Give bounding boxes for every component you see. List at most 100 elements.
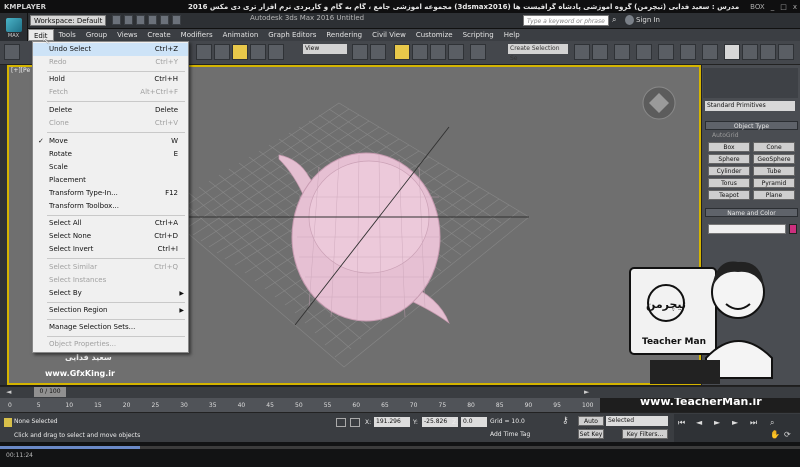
edit-named-selection-icon[interactable] [470, 44, 486, 60]
time-prev-arrow-icon[interactable]: ◄ [6, 388, 11, 396]
menu-graph-editors[interactable]: Graph Editors [263, 29, 321, 41]
binoculars-icon[interactable]: ⌕ [612, 15, 622, 25]
menu-modifiers[interactable]: Modifiers [176, 29, 218, 41]
menu-fetch[interactable]: Fetch Alt+Ctrl+F [33, 86, 188, 99]
menu-select-invert[interactable]: Select Invert Ctrl+I [33, 243, 188, 256]
menu-transform-type-in[interactable]: Transform Type-In... F12 [33, 187, 188, 200]
menu-civil-view[interactable]: Civil View [367, 29, 411, 41]
redo-icon[interactable] [160, 15, 169, 25]
mirror-icon[interactable] [574, 44, 590, 60]
go-end-icon[interactable]: ⏭ [750, 418, 757, 428]
hierarchy-tab-icon[interactable] [760, 44, 776, 60]
track-bar[interactable]: 0 5 10 15 20 25 30 35 40 45 50 55 60 65 70 75 80 85 90 95 10… [0, 398, 600, 412]
tube-button[interactable]: Tube [753, 166, 795, 176]
player-close-button[interactable]: x [790, 3, 800, 11]
player-box-button[interactable]: BOX [747, 3, 768, 11]
create-tab-icon[interactable] [724, 44, 740, 60]
reference-coordinate-dropdown[interactable]: View [303, 44, 347, 54]
plane-button[interactable]: Plane [753, 190, 795, 200]
next-frame-icon[interactable]: ► [732, 418, 738, 427]
teapot-button[interactable]: Teapot [708, 190, 750, 200]
autogrid-checkbox[interactable]: AutoGrid [712, 132, 739, 139]
geosphere-button[interactable]: GeoSphere [753, 154, 795, 164]
time-slider[interactable] [0, 386, 800, 398]
workspace-dropdown[interactable]: Workspace: Default [30, 15, 106, 26]
menu-manage-selection-sets[interactable]: Manage Selection Sets... [33, 321, 188, 334]
move-icon[interactable] [232, 44, 248, 60]
menu-animation[interactable]: Animation [218, 29, 264, 41]
menu-select-by[interactable]: Select By ▶ [33, 287, 188, 300]
prev-frame-icon[interactable]: ◄ [696, 418, 702, 427]
motion-tab-icon[interactable] [778, 44, 794, 60]
set-key-button[interactable]: Set Key [578, 429, 604, 439]
percent-snap-icon[interactable] [430, 44, 446, 60]
spinner-snap-icon[interactable] [448, 44, 464, 60]
maxscript-listener-icon[interactable] [4, 418, 12, 427]
orbit-icon[interactable]: ⟳ [784, 430, 791, 439]
cone-button[interactable]: Cone [753, 142, 795, 152]
app-menu-button[interactable]: MAX [0, 13, 28, 43]
new-file-icon[interactable] [112, 15, 121, 25]
menu-clone[interactable]: Clone Ctrl+V [33, 117, 188, 130]
angle-snap-icon[interactable] [412, 44, 428, 60]
menu-select-instances[interactable]: Select Instances [33, 274, 188, 287]
time-slider-thumb[interactable]: 0 / 100 [34, 387, 66, 397]
render-icon[interactable] [702, 44, 718, 60]
menu-tools[interactable]: Tools [54, 29, 81, 41]
menu-object-properties[interactable]: Object Properties... [33, 338, 188, 351]
go-start-icon[interactable]: ⏮ [678, 418, 685, 428]
name-color-rollout[interactable]: Name and Color [705, 208, 798, 217]
viewport-label[interactable]: [+][Pe [11, 67, 30, 74]
menu-hold[interactable]: Hold Ctrl+H [33, 73, 188, 86]
cylinder-button[interactable]: Cylinder [708, 166, 750, 176]
undo-icon[interactable] [148, 15, 157, 25]
undo-toolbar-icon[interactable] [4, 44, 20, 60]
menu-rotate[interactable]: Rotate E [33, 148, 188, 161]
menu-move[interactable]: ✓ Move W [33, 135, 188, 148]
project-folder-icon[interactable] [172, 15, 181, 25]
menu-scale[interactable]: Scale [33, 161, 188, 174]
object-color-swatch[interactable] [789, 224, 797, 234]
layer-manager-icon[interactable] [614, 44, 630, 60]
select-manipulate-icon[interactable] [370, 44, 386, 60]
menu-group[interactable]: Group [81, 29, 112, 41]
menu-select-all[interactable]: Select All Ctrl+A [33, 217, 188, 230]
scale-icon[interactable] [268, 44, 284, 60]
menu-rendering[interactable]: Rendering [321, 29, 367, 41]
absolute-mode-icon[interactable] [350, 418, 360, 427]
menu-select-similar[interactable]: Select Similar Ctrl+Q [33, 261, 188, 274]
pan-icon[interactable]: ✋ [770, 430, 780, 439]
save-file-icon[interactable] [136, 15, 145, 25]
auto-key-button[interactable]: Auto Key [578, 416, 604, 435]
align-icon[interactable] [592, 44, 608, 60]
x-coord-field[interactable]: 191.296 [374, 417, 410, 427]
menu-selection-region[interactable]: Selection Region ▶ [33, 304, 188, 317]
menu-help[interactable]: Help [499, 29, 525, 41]
render-frame-icon[interactable] [680, 44, 696, 60]
sign-in-link[interactable]: Sign In [636, 16, 660, 24]
selection-set-dropdown[interactable]: Create Selection Se [508, 44, 568, 62]
render-setup-icon[interactable] [658, 44, 674, 60]
snap-toggle-icon[interactable] [394, 44, 410, 60]
menu-redo[interactable]: Redo Ctrl+Y [33, 56, 188, 69]
menu-views[interactable]: Views [112, 29, 142, 41]
zoom-icon[interactable]: ⌕ [770, 418, 774, 428]
menu-delete[interactable]: Delete Delete [33, 104, 188, 117]
lock-selection-icon[interactable] [336, 418, 346, 427]
pivot-center-icon[interactable] [352, 44, 368, 60]
add-time-tag-button[interactable]: Add Time Tag [490, 431, 530, 438]
player-maximize-button[interactable]: □ [777, 3, 790, 11]
open-file-icon[interactable] [124, 15, 133, 25]
play-icon[interactable]: ► [714, 418, 720, 427]
menu-placement[interactable]: Placement [33, 174, 188, 187]
object-name-input[interactable] [708, 224, 786, 234]
select-object-icon[interactable] [196, 44, 212, 60]
menu-create[interactable]: Create [142, 29, 175, 41]
key-selection-dropdown[interactable]: Selected [606, 416, 668, 426]
pyramid-button[interactable]: Pyramid [753, 178, 795, 188]
z-coord-field[interactable]: 0.0 [461, 417, 487, 427]
select-region-icon[interactable] [214, 44, 230, 60]
rotate-icon[interactable] [250, 44, 266, 60]
key-filters-button[interactable]: Key Filters... [622, 429, 668, 439]
search-input[interactable]: Type a keyword or phrase [523, 15, 609, 26]
